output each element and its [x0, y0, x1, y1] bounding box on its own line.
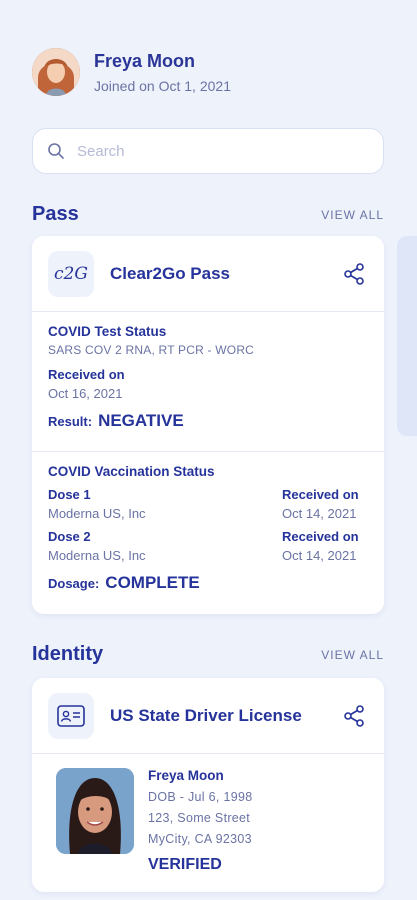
dose-received-date: Oct 14, 2021: [282, 548, 357, 563]
share-icon: [344, 704, 364, 727]
dosage-row: Dosage: COMPLETE: [48, 573, 368, 593]
license-address-line2: MyCity, CA 92303: [148, 832, 252, 846]
pass-section-title: Pass: [32, 203, 79, 225]
license-details: Freya Moon DOB - Jul 6, 1998 123, Some S…: [32, 754, 384, 888]
pass-share-button[interactable]: [340, 260, 368, 288]
profile-name: Freya Moon: [94, 51, 196, 71]
pass-card-title: Clear2Go Pass: [110, 263, 231, 283]
identity-section-header: Identity VIEW ALL: [32, 643, 384, 666]
license-status-badge: VERIFIED: [148, 856, 222, 873]
test-result-value: NEGATIVE: [98, 411, 184, 430]
pass-card-header: c2G Clear2Go Pass: [32, 236, 384, 312]
profile-joined-date: Joined on Oct 1, 2021: [94, 78, 231, 94]
pass-view-all-link[interactable]: VIEW ALL: [321, 208, 384, 222]
license-card-title: US State Driver License: [110, 705, 302, 725]
license-card-header: US State Driver License: [32, 678, 384, 754]
dose-name: Dose 2: [48, 529, 91, 544]
vaccination-title: COVID Vaccination Status: [48, 464, 215, 479]
covid-test-title: COVID Test Status: [48, 324, 167, 339]
license-address-line1: 123, Some Street: [148, 811, 251, 825]
driver-license-card[interactable]: US State Driver License Freya Moon DOB -…: [32, 678, 384, 892]
dose-maker: Moderna US, Inc: [48, 548, 146, 563]
test-received-label: Received on: [48, 367, 125, 382]
id-card-icon: [57, 704, 85, 727]
profile-header: Freya Moon Joined on Oct 1, 2021: [32, 48, 231, 96]
vaccination-section: COVID Vaccination Status Dose 1 Moderna …: [32, 452, 384, 607]
identity-view-all-link[interactable]: VIEW ALL: [321, 648, 384, 662]
license-share-button[interactable]: [340, 702, 368, 730]
search-icon: [48, 143, 64, 159]
scrollbar[interactable]: [397, 236, 417, 436]
dose-received-label: Received on: [282, 529, 359, 544]
license-photo: [56, 768, 134, 854]
search-input[interactable]: [77, 142, 357, 160]
dose-received-label: Received on: [282, 487, 359, 502]
avatar[interactable]: [32, 48, 80, 96]
license-holder-name: Freya Moon: [148, 768, 224, 783]
id-card-icon-box: [48, 692, 94, 739]
c2g-logo: c2G: [48, 250, 94, 297]
dose-name: Dose 1: [48, 487, 91, 502]
identity-section-title: Identity: [32, 643, 104, 665]
covid-test-type: SARS COV 2 RNA, RT PCR - WORC: [48, 343, 255, 357]
covid-test-section: COVID Test Status SARS COV 2 RNA, RT PCR…: [32, 312, 384, 452]
pass-section-header: Pass VIEW ALL: [32, 203, 384, 226]
dose-row: Dose 2 Moderna US, Inc Received on Oct 1…: [48, 529, 368, 563]
app-screen: Freya Moon Joined on Oct 1, 2021 Pass VI…: [0, 0, 417, 900]
search-bar[interactable]: [32, 128, 384, 174]
license-dob: DOB - Jul 6, 1998: [148, 790, 253, 804]
test-result-row: Result: NEGATIVE: [48, 411, 368, 431]
share-icon: [344, 262, 364, 285]
dose-received-date: Oct 14, 2021: [282, 506, 357, 521]
clear2go-pass-card[interactable]: c2G Clear2Go Pass COVID Test Status SARS…: [32, 236, 384, 614]
dose-maker: Moderna US, Inc: [48, 506, 146, 521]
test-received-date: Oct 16, 2021: [48, 386, 123, 401]
test-result-label: Result:: [48, 414, 93, 429]
dosage-value: COMPLETE: [105, 573, 200, 592]
dosage-label: Dosage:: [48, 576, 100, 591]
dose-row: Dose 1 Moderna US, Inc Received on Oct 1…: [48, 487, 368, 521]
